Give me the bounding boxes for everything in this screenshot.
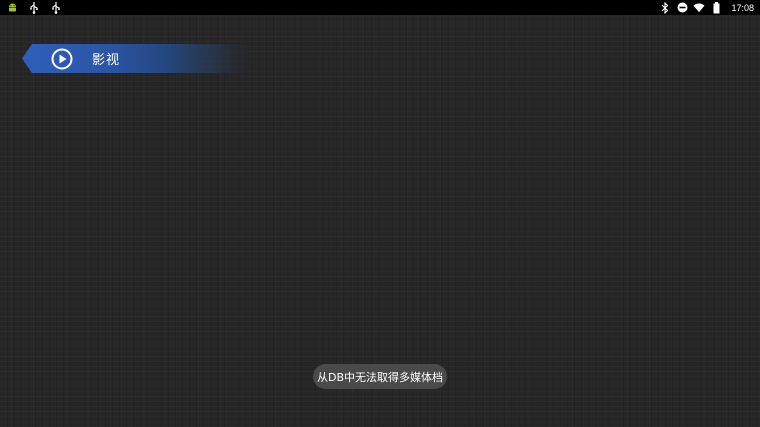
- android-icon: [6, 2, 18, 14]
- status-bar-left: [0, 0, 72, 15]
- category-label: 影视: [92, 53, 121, 68]
- play-icon: [51, 48, 73, 69]
- status-bar-right: 17:08: [659, 0, 760, 15]
- toast-message: 从DB中无法取得多媒体档: [313, 364, 447, 389]
- battery-icon: [710, 1, 722, 14]
- usb-icon: [50, 1, 62, 14]
- status-bar: 17:08: [0, 0, 760, 15]
- usb-icon: [28, 1, 40, 14]
- do-not-disturb-icon: [676, 2, 688, 14]
- clock: 17:08: [731, 2, 754, 13]
- category-header-video[interactable]: 影视: [22, 44, 258, 73]
- wifi-icon: [693, 2, 706, 14]
- bluetooth-icon: [659, 1, 671, 14]
